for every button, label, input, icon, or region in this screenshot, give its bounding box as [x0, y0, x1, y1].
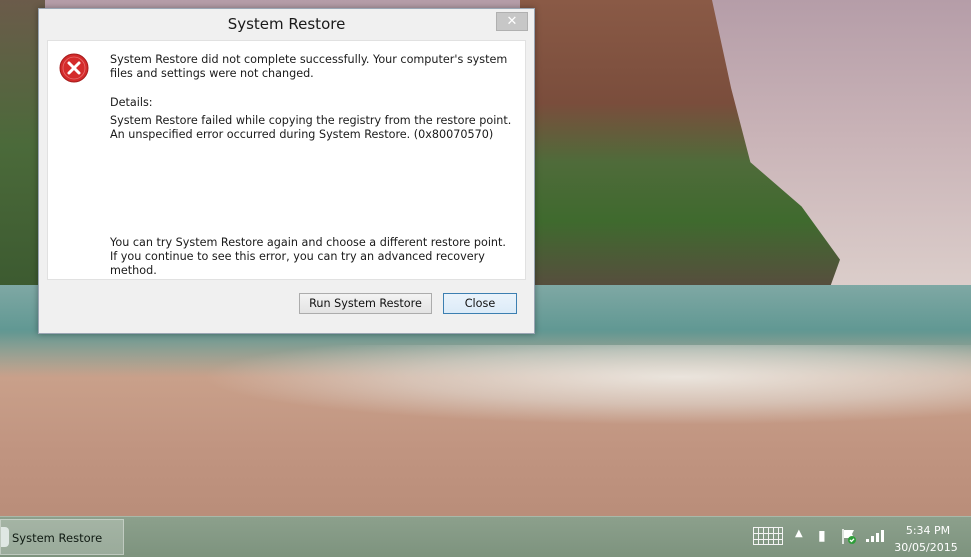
- close-button[interactable]: Close: [443, 293, 517, 314]
- taskbar-item-label: System Restore: [12, 531, 103, 545]
- power-icon[interactable]: ▮: [818, 528, 832, 544]
- wallpaper-foam: [200, 345, 971, 425]
- close-icon[interactable]: ✕: [496, 12, 528, 31]
- error-message: System Restore did not complete successf…: [110, 53, 508, 80]
- details-label: Details:: [110, 96, 153, 109]
- taskbar-item-system-restore[interactable]: System Restore: [0, 519, 124, 555]
- dialog-button-row: Run System Restore Close: [47, 281, 526, 326]
- error-icon: [59, 53, 89, 83]
- dialog-titlebar[interactable]: System Restore ✕: [39, 9, 534, 39]
- chevron-up-icon[interactable]: ▲: [795, 528, 803, 539]
- signal-icon[interactable]: [866, 530, 884, 542]
- clock-time[interactable]: 5:34 PM: [898, 524, 958, 537]
- system-restore-dialog: System Restore ✕ System Restore did not …: [38, 8, 535, 334]
- action-center-flag-icon[interactable]: [841, 527, 857, 545]
- system-restore-app-icon: [1, 527, 9, 547]
- detail-line-1: System Restore failed while copying the …: [110, 114, 512, 127]
- dialog-title: System Restore: [227, 15, 346, 33]
- recovery-hint: You can try System Restore again and cho…: [110, 236, 506, 277]
- keyboard-icon[interactable]: [753, 527, 783, 545]
- clock-date[interactable]: 30/05/2015: [892, 541, 960, 554]
- taskbar: System Restore ▲ ▮ 5:34 PM 30/05/2015: [0, 516, 971, 557]
- detail-line-2: An unspecified error occurred during Sys…: [110, 128, 494, 141]
- dialog-content: System Restore did not complete successf…: [47, 40, 526, 280]
- run-system-restore-button[interactable]: Run System Restore: [299, 293, 432, 314]
